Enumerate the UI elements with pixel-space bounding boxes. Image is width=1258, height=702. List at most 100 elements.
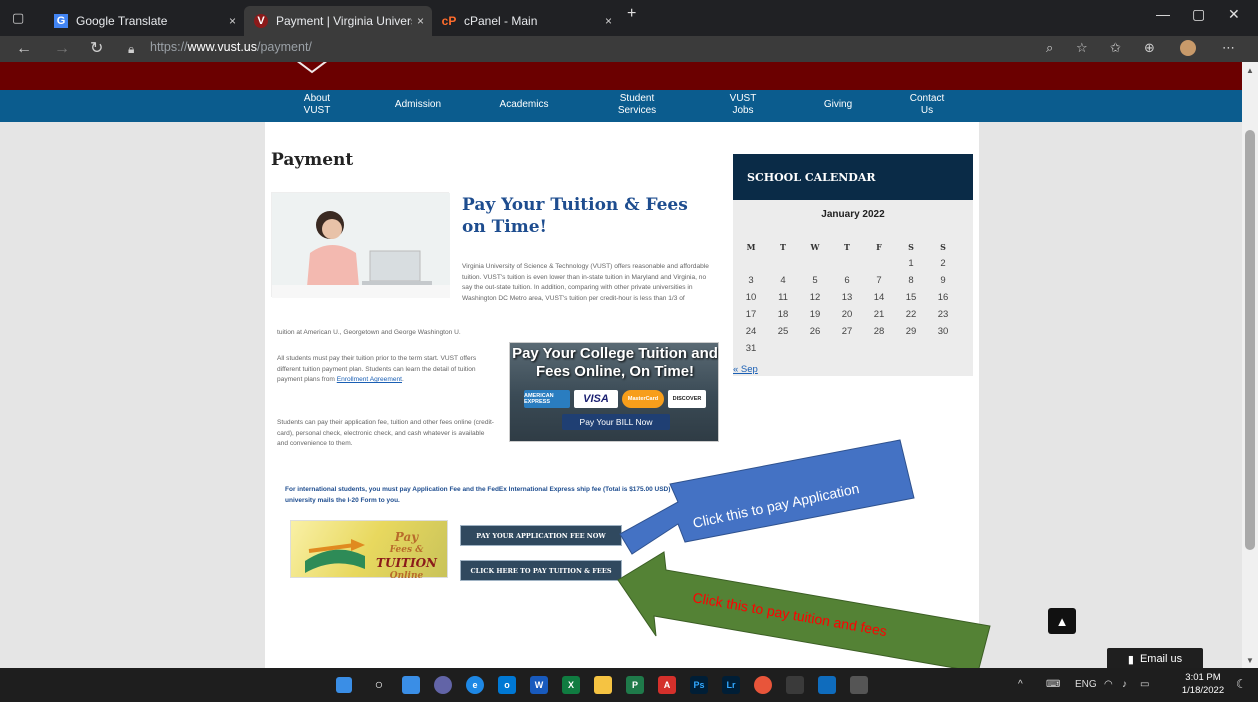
calendar-day[interactable]: 3 <box>741 275 761 286</box>
calendar-day[interactable]: 2 <box>933 258 953 269</box>
excel-icon[interactable]: X <box>562 676 580 694</box>
calendar-day[interactable]: 20 <box>837 309 857 320</box>
nav-admission[interactable]: Admission <box>392 99 444 111</box>
language-indicator[interactable]: ENG <box>1075 679 1097 690</box>
calendar-day[interactable]: 8 <box>901 275 921 286</box>
battery-icon[interactable]: ▭ <box>1140 679 1149 690</box>
tray-overflow-icon[interactable]: ^ <box>1018 679 1023 690</box>
pay-online-banner[interactable]: Pay Your College Tuition and Fees Online… <box>509 342 719 442</box>
calendar-day[interactable]: 4 <box>773 275 793 286</box>
app-icon[interactable] <box>786 676 804 694</box>
calendar-day[interactable]: 17 <box>741 309 761 320</box>
favorites-bar-icon[interactable]: ✩ <box>1110 40 1121 56</box>
calendar-day[interactable]: 15 <box>901 292 921 303</box>
word-icon[interactable]: W <box>530 676 548 694</box>
nav-student-services[interactable]: Student Services <box>614 93 660 117</box>
acrobat-icon[interactable]: A <box>658 676 676 694</box>
paragraph-text: . <box>402 376 404 383</box>
paint-icon[interactable] <box>754 676 772 694</box>
keyboard-icon[interactable]: ⌨ <box>1046 679 1060 690</box>
more-icon[interactable]: ⋯ <box>1222 40 1235 56</box>
outlook-icon[interactable]: o <box>498 676 516 694</box>
calendar-day[interactable]: 5 <box>805 275 825 286</box>
calendar-day[interactable]: 28 <box>869 326 889 337</box>
minimize-button[interactable]: — <box>1156 6 1170 22</box>
scrollbar-thumb[interactable] <box>1245 130 1255 550</box>
nav-vust-jobs[interactable]: VUST Jobs <box>728 93 758 117</box>
calendar-day[interactable]: 25 <box>773 326 793 337</box>
page-scrollbar[interactable]: ▲ ▼ <box>1242 62 1258 668</box>
store-icon[interactable] <box>818 676 836 694</box>
calendar-day[interactable]: 12 <box>805 292 825 303</box>
pay-tuition-fees-button[interactable]: CLICK HERE TO PAY TUITION & FEES <box>460 560 622 581</box>
scroll-down-arrow-icon[interactable]: ▼ <box>1246 656 1254 665</box>
favorite-icon[interactable]: ☆ <box>1076 40 1088 56</box>
zoom-icon[interactable]: ⌕ <box>1046 40 1053 56</box>
calendar-day[interactable]: 6 <box>837 275 857 286</box>
back-icon[interactable]: ← <box>16 38 32 60</box>
calendar-day[interactable]: 26 <box>805 326 825 337</box>
pay-your-bill-now-button[interactable]: Pay Your BILL Now <box>562 414 670 430</box>
calendar-day[interactable]: 31 <box>741 343 761 354</box>
nav-academics[interactable]: Academics <box>496 99 552 111</box>
calendar-day[interactable]: 29 <box>901 326 921 337</box>
url-host: www.vust.us <box>187 40 257 54</box>
address-input[interactable]: https://www.vust.us/payment/ <box>150 40 312 54</box>
chat-app-icon[interactable] <box>434 676 452 694</box>
edge-icon[interactable]: e <box>466 676 484 694</box>
tab-payment[interactable]: V Payment | Virginia University of S × <box>244 6 432 36</box>
forward-icon[interactable]: → <box>54 38 70 60</box>
system-clock[interactable]: 3:01 PM 1/18/2022 <box>1180 671 1226 697</box>
lightroom-icon[interactable]: Lr <box>722 676 740 694</box>
start-icon[interactable] <box>336 677 352 693</box>
calendar-day[interactable]: 13 <box>837 292 857 303</box>
calendar-day[interactable]: 9 <box>933 275 953 286</box>
nav-contact-us[interactable]: Contact Us <box>906 93 948 117</box>
email-us-button[interactable]: ▮ Email us <box>1107 648 1203 668</box>
calendar-day[interactable]: 7 <box>869 275 889 286</box>
calendar-day[interactable]: 27 <box>837 326 857 337</box>
maximize-button[interactable]: ▢ <box>1192 6 1205 23</box>
tab-cpanel[interactable]: cP cPanel - Main × <box>432 6 620 36</box>
calendar-day[interactable]: 14 <box>869 292 889 303</box>
search-icon[interactable]: ○ <box>370 675 388 693</box>
photoshop-icon[interactable]: Ps <box>690 676 708 694</box>
calendar-day[interactable]: 1 <box>901 258 921 269</box>
refresh-icon[interactable]: ↻ <box>90 38 103 60</box>
profile-avatar[interactable] <box>1180 40 1196 56</box>
calendar-day[interactable]: 11 <box>773 292 793 303</box>
pay-fees-tuition-online-image[interactable]: Pay Fees & TUITION Online <box>290 520 448 581</box>
task-view-icon[interactable] <box>402 676 420 694</box>
calendar-day[interactable]: 23 <box>933 309 953 320</box>
collections-icon[interactable]: ⊕ <box>1144 40 1155 56</box>
new-tab-button[interactable]: + <box>627 5 636 23</box>
calendar-day[interactable]: 19 <box>805 309 825 320</box>
tab-actions-icon[interactable]: ▢ <box>12 7 24 29</box>
notification-icon[interactable]: ☾ <box>1236 677 1247 691</box>
lock-icon[interactable]: 🔒︎ <box>128 38 134 60</box>
wifi-icon[interactable]: ◠ <box>1104 679 1113 690</box>
calendar-day[interactable]: 18 <box>773 309 793 320</box>
enrollment-agreement-link[interactable]: Enrollment Agreement <box>337 376 402 383</box>
close-tab-icon[interactable]: × <box>417 14 424 28</box>
close-window-button[interactable]: ✕ <box>1228 6 1240 23</box>
nav-about-vust[interactable]: About VUST <box>300 93 334 117</box>
calendar-prev-link[interactable]: « Sep <box>733 364 758 375</box>
file-explorer-icon[interactable] <box>594 676 612 694</box>
scroll-up-arrow-icon[interactable]: ▲ <box>1246 66 1254 75</box>
calendar-day[interactable]: 24 <box>741 326 761 337</box>
calendar-day[interactable]: 16 <box>933 292 953 303</box>
calculator-icon[interactable] <box>850 676 868 694</box>
publisher-icon[interactable]: P <box>626 676 644 694</box>
pay-application-fee-button[interactable]: PAY YOUR APPLICATION FEE NOW <box>460 525 622 546</box>
tab-google-translate[interactable]: G Google Translate × <box>44 6 244 36</box>
calendar-day[interactable]: 30 <box>933 326 953 337</box>
close-tab-icon[interactable]: × <box>605 14 612 28</box>
volume-icon[interactable]: ♪ <box>1122 679 1127 690</box>
close-tab-icon[interactable]: × <box>229 14 236 28</box>
calendar-day[interactable]: 10 <box>741 292 761 303</box>
nav-giving[interactable]: Giving <box>818 99 858 111</box>
calendar-day[interactable]: 21 <box>869 309 889 320</box>
scroll-to-top-button[interactable]: ▲ <box>1048 608 1076 634</box>
calendar-day[interactable]: 22 <box>901 309 921 320</box>
